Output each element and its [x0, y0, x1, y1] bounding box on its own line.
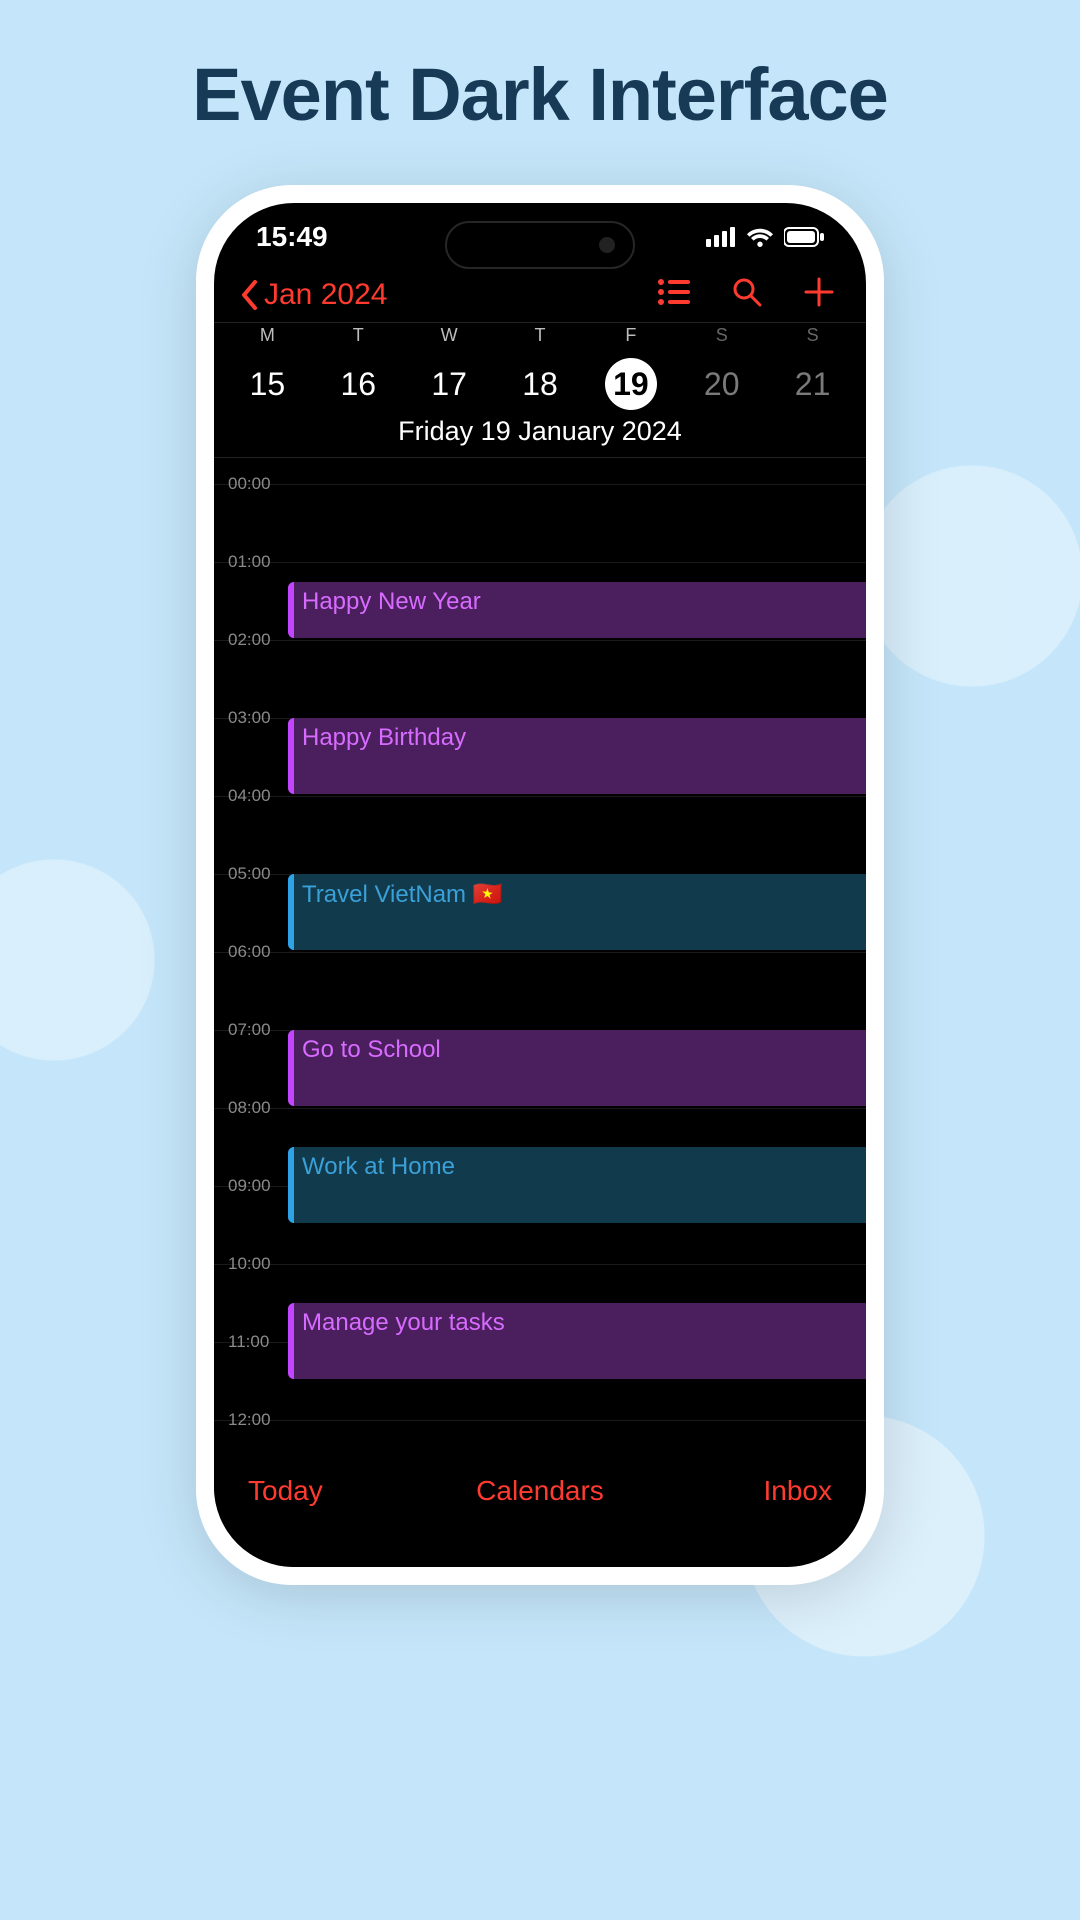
search-button[interactable] [732, 277, 762, 312]
hour-label: 00:00 [228, 474, 271, 494]
add-event-button[interactable] [804, 277, 834, 312]
day-number[interactable]: 21 [767, 356, 858, 412]
hour-label: 06:00 [228, 942, 271, 962]
tab-inbox[interactable]: Inbox [764, 1475, 833, 1507]
calendar-event[interactable]: Work at Home [288, 1147, 866, 1223]
cellular-icon [706, 227, 736, 247]
day-column[interactable]: T18 [495, 325, 586, 412]
calendar-event[interactable]: Happy Birthday [288, 718, 866, 794]
event-title: Happy New Year [302, 588, 481, 615]
back-to-month-button[interactable]: Jan 2024 [238, 278, 387, 312]
hour-gridline: 02:00 [214, 640, 866, 641]
day-number[interactable]: 20 [676, 356, 767, 412]
event-title: Go to School [302, 1036, 441, 1063]
list-icon [658, 279, 690, 305]
hour-label: 02:00 [228, 630, 271, 650]
calendar-nav-bar: Jan 2024 [214, 271, 866, 322]
event-title: Travel VietNam 🇻🇳 [302, 881, 503, 908]
day-of-week-label: S [767, 325, 858, 356]
list-view-button[interactable] [658, 279, 690, 310]
hour-gridline: 12:00 [214, 1420, 866, 1421]
phone-screen: 15:49 Jan 2024 [214, 203, 866, 1567]
day-of-week-label: M [222, 325, 313, 356]
day-of-week-label: W [404, 325, 495, 356]
day-column[interactable]: T16 [313, 325, 404, 412]
plus-icon [804, 277, 834, 307]
day-number[interactable]: 18 [495, 356, 586, 412]
hour-label: 04:00 [228, 786, 271, 806]
day-column[interactable]: S21 [767, 325, 858, 412]
day-number[interactable]: 19 [585, 356, 676, 412]
promo-title: Event Dark Interface [0, 0, 1080, 137]
battery-icon [784, 227, 824, 247]
hour-label: 11:00 [228, 1332, 269, 1352]
date-heading: Friday 19 January 2024 [214, 412, 866, 457]
hour-label: 05:00 [228, 864, 271, 884]
search-icon [732, 277, 762, 307]
status-icons [706, 227, 824, 247]
hour-gridline: 06:00 [214, 952, 866, 953]
hour-gridline: 00:00 [214, 484, 866, 485]
day-number[interactable]: 15 [222, 356, 313, 412]
calendar-event[interactable]: Happy New Year [288, 582, 866, 639]
event-title: Happy Birthday [302, 724, 466, 751]
calendar-event[interactable]: Manage your tasks [288, 1303, 866, 1379]
hour-label: 12:00 [228, 1410, 271, 1430]
week-strip: M15T16W17T18F19S20S21 [214, 322, 866, 412]
day-column[interactable]: M15 [222, 325, 313, 412]
hour-label: 08:00 [228, 1098, 271, 1118]
hour-label: 09:00 [228, 1176, 271, 1196]
calendar-event[interactable]: Go to School [288, 1030, 866, 1106]
day-of-week-label: T [313, 325, 404, 356]
bottom-tab-bar: Today Calendars Inbox [214, 1457, 866, 1567]
tab-calendars[interactable]: Calendars [476, 1475, 604, 1507]
hour-label: 07:00 [228, 1020, 271, 1040]
status-time: 15:49 [256, 221, 328, 253]
hour-gridline: 10:00 [214, 1264, 866, 1265]
hour-gridline: 04:00 [214, 796, 866, 797]
tab-today[interactable]: Today [248, 1475, 323, 1507]
day-of-week-label: T [495, 325, 586, 356]
hour-label: 01:00 [228, 552, 271, 572]
event-title: Work at Home [302, 1153, 455, 1180]
day-timeline[interactable]: 00:00 01:00 02:00 03:00 04:00 05:00 06:00 07:00… [214, 457, 866, 1467]
day-column[interactable]: S20 [676, 325, 767, 412]
day-of-week-label: F [585, 325, 676, 356]
phone-frame: 15:49 Jan 2024 [196, 185, 884, 1585]
hour-gridline: 08:00 [214, 1108, 866, 1109]
day-column[interactable]: F19 [585, 325, 676, 412]
calendar-event[interactable]: Travel VietNam 🇻🇳 [288, 874, 866, 950]
day-column[interactable]: W17 [404, 325, 495, 412]
hour-label: 10:00 [228, 1254, 271, 1274]
day-of-week-label: S [676, 325, 767, 356]
wifi-icon [746, 227, 774, 247]
month-label: Jan 2024 [264, 278, 387, 312]
hour-gridline: 01:00 [214, 562, 866, 563]
day-number[interactable]: 16 [313, 356, 404, 412]
dynamic-island [445, 221, 635, 269]
hour-label: 03:00 [228, 708, 271, 728]
day-number[interactable]: 17 [404, 356, 495, 412]
event-title: Manage your tasks [302, 1309, 505, 1336]
chevron-left-icon [238, 280, 260, 310]
